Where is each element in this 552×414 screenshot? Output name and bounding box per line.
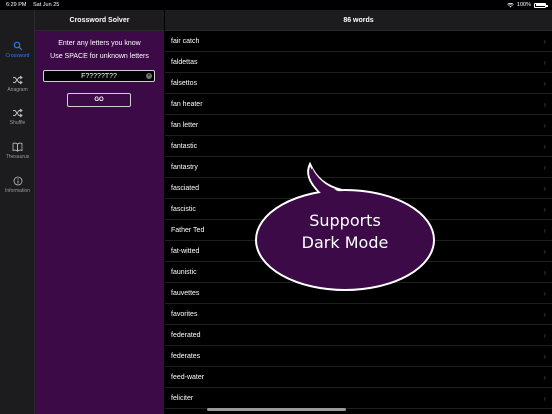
solver-header: Crossword Solver xyxy=(35,10,164,31)
results-header: 86 words xyxy=(165,10,552,31)
shuffle-icon xyxy=(12,74,23,85)
word-text: Father Ted xyxy=(171,226,205,234)
word-text: feliciter xyxy=(171,394,194,402)
tab-label: Anagram xyxy=(7,87,28,93)
word-text: fascistic xyxy=(171,205,196,213)
book-icon xyxy=(12,141,23,152)
solver-title: Crossword Solver xyxy=(69,16,130,24)
instruction-line-2: Use SPACE for unknown letters xyxy=(50,53,149,60)
tab-label: Thesaurus xyxy=(5,154,30,160)
word-text: fantastry xyxy=(171,163,198,171)
pattern-field[interactable]: × xyxy=(43,70,155,82)
word-text: feed-water xyxy=(171,373,205,381)
callout-text: Supports Dark Mode xyxy=(255,210,435,254)
chevron-right-icon: › xyxy=(543,204,546,214)
status-date: Sat Jun 25 xyxy=(33,2,60,8)
word-text: fasciated xyxy=(171,184,200,192)
chevron-right-icon: › xyxy=(543,162,546,172)
chevron-right-icon: › xyxy=(543,267,546,277)
wifi-icon xyxy=(507,2,514,7)
go-button[interactable]: GO xyxy=(67,93,131,107)
tab-label: Shuffle xyxy=(9,120,26,126)
battery-fill xyxy=(535,4,545,6)
chevron-right-icon: › xyxy=(543,141,546,151)
chevron-right-icon: › xyxy=(543,393,546,403)
search-icon xyxy=(12,40,23,51)
word-row[interactable]: faldettas › xyxy=(165,52,552,73)
callout-line-2: Dark Mode xyxy=(301,233,389,252)
chevron-right-icon: › xyxy=(543,57,546,67)
tab-label: Information xyxy=(4,188,30,194)
word-text: fair catch xyxy=(171,37,200,45)
word-text: federated xyxy=(171,331,201,339)
status-left: 6:29 PM Sat Jun 25 xyxy=(6,2,64,8)
word-row[interactable]: fan heater › xyxy=(165,94,552,115)
chevron-right-icon: › xyxy=(543,372,546,382)
word-text: fantastic xyxy=(171,142,198,150)
word-row[interactable]: fan letter › xyxy=(165,115,552,136)
chevron-right-icon: › xyxy=(543,246,546,256)
chevron-right-icon: › xyxy=(543,330,546,340)
results-count: 86 words xyxy=(343,16,374,24)
battery-percent: 100% xyxy=(516,2,531,8)
tab-bar: Crossword Anagram Shuffle Thesaurus Info… xyxy=(0,10,35,414)
chevron-right-icon: › xyxy=(543,78,546,88)
word-text: fan heater xyxy=(171,100,203,108)
word-text: faunistic xyxy=(171,268,197,276)
chevron-right-icon: › xyxy=(543,36,546,46)
word-text: fat-witted xyxy=(171,247,200,255)
info-icon xyxy=(12,175,23,186)
word-row[interactable]: falsettos › xyxy=(165,73,552,94)
instruction-line-1: Enter any letters you know xyxy=(58,40,141,47)
solver-panel: Crossword Solver Enter any letters you k… xyxy=(35,10,164,414)
status-bar: 6:29 PM Sat Jun 25 100% xyxy=(0,0,552,10)
chevron-right-icon: › xyxy=(543,288,546,298)
word-text: fauvettes xyxy=(171,289,200,297)
battery-icon xyxy=(534,2,548,8)
chevron-right-icon: › xyxy=(543,99,546,109)
tab-label: Crossword xyxy=(5,53,30,59)
word-text: federates xyxy=(171,352,201,360)
status-time: 6:29 PM xyxy=(6,2,27,8)
tab-anagram[interactable]: Anagram xyxy=(0,74,35,102)
word-text: falsettos xyxy=(171,79,198,87)
clear-icon[interactable]: × xyxy=(146,73,152,79)
chevron-right-icon: › xyxy=(543,225,546,235)
tab-crossword[interactable]: Crossword xyxy=(0,40,35,68)
word-row[interactable]: fair catch › xyxy=(165,31,552,52)
pattern-input[interactable] xyxy=(54,72,144,80)
tab-shuffle[interactable]: Shuffle xyxy=(0,107,35,135)
shuffle-icon xyxy=(12,107,23,118)
word-row[interactable]: favorites › xyxy=(165,304,552,325)
word-text: faldettas xyxy=(171,58,198,66)
word-row[interactable]: feed-water › xyxy=(165,367,552,388)
callout-line-1: Supports xyxy=(309,211,381,230)
chevron-right-icon: › xyxy=(543,309,546,319)
word-row[interactable]: federates › xyxy=(165,346,552,367)
chevron-right-icon: › xyxy=(543,183,546,193)
solver-body: Enter any letters you know Use SPACE for… xyxy=(35,31,164,414)
word-row[interactable]: fantastic › xyxy=(165,136,552,157)
status-right: 100% xyxy=(507,2,548,8)
word-text: favorites xyxy=(171,310,198,318)
word-row[interactable]: feliciter › xyxy=(165,388,552,409)
word-text: fan letter xyxy=(171,121,199,129)
word-row[interactable]: federated › xyxy=(165,325,552,346)
tab-thesaurus[interactable]: Thesaurus xyxy=(0,141,35,169)
home-indicator[interactable] xyxy=(207,408,346,411)
chevron-right-icon: › xyxy=(543,120,546,130)
chevron-right-icon: › xyxy=(543,351,546,361)
tab-information[interactable]: Information xyxy=(0,175,35,203)
